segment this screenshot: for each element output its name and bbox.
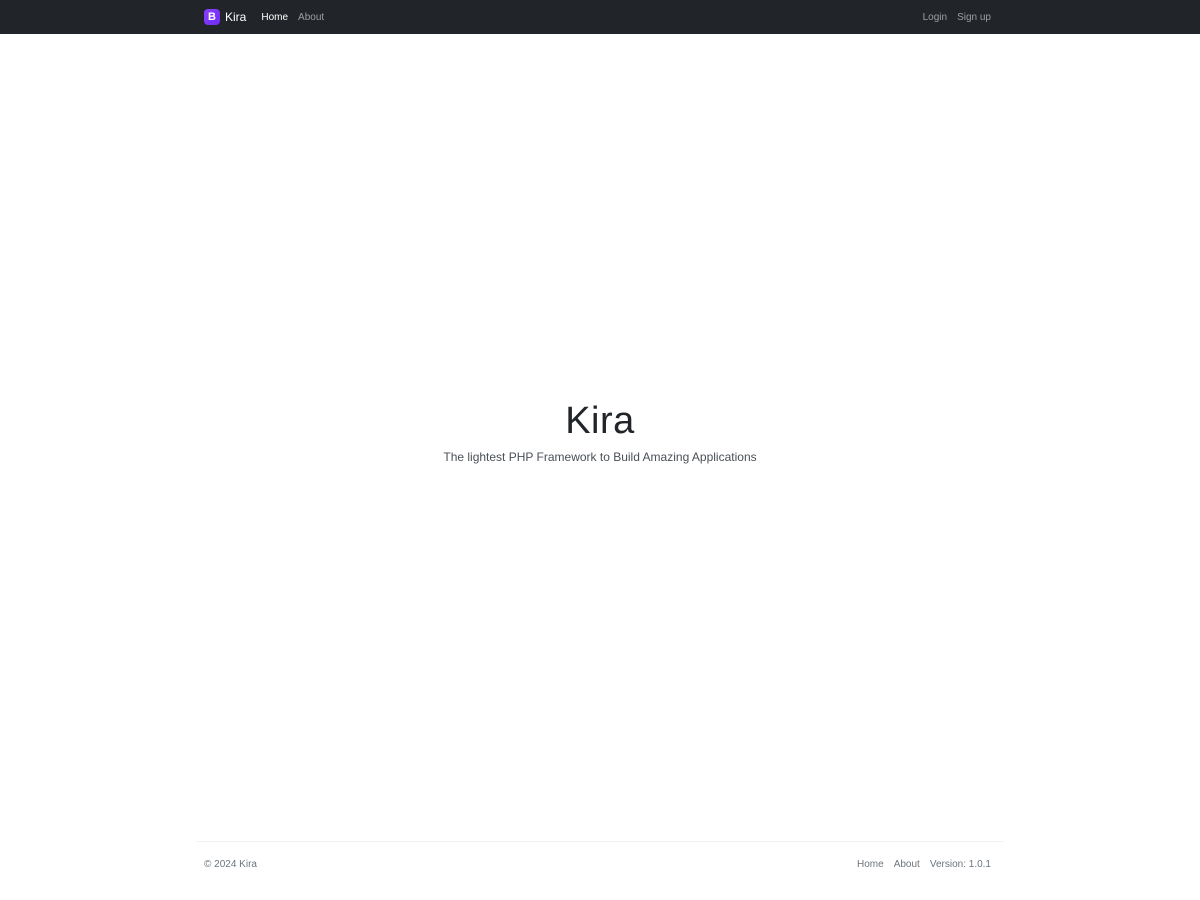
footer-version: Version: 1.0.1	[929, 858, 991, 870]
hero-subtitle: The lightest PHP Framework to Build Amaz…	[443, 450, 757, 464]
nav-link-home[interactable]: Home	[261, 12, 288, 23]
footer-copyright: © 2024 Kira	[204, 858, 257, 870]
navbar-right: Login Sign up	[923, 12, 991, 23]
navbar-left: B Kira Home About	[204, 9, 334, 25]
nav-link-about[interactable]: About	[298, 12, 324, 23]
navbar-container: B Kira Home About Login Sign up	[204, 0, 991, 34]
hero-title: Kira	[565, 400, 635, 442]
top-navbar: B Kira Home About Login Sign up	[0, 0, 1200, 34]
footer: © 2024 Kira Home About Version: 1.0.1	[204, 857, 991, 871]
brand-name: Kira	[225, 10, 247, 24]
brand-logo-icon: B	[204, 9, 220, 25]
footer-link-about[interactable]: About	[894, 859, 920, 870]
login-link[interactable]: Login	[923, 12, 947, 23]
footer-divider	[196, 841, 1004, 842]
brand-link[interactable]: B Kira	[204, 9, 246, 25]
footer-link-home[interactable]: Home	[857, 859, 884, 870]
hero-section: Kira The lightest PHP Framework to Build…	[0, 396, 1200, 464]
footer-links: Home About Version: 1.0.1	[847, 859, 991, 870]
signup-link[interactable]: Sign up	[957, 12, 991, 23]
